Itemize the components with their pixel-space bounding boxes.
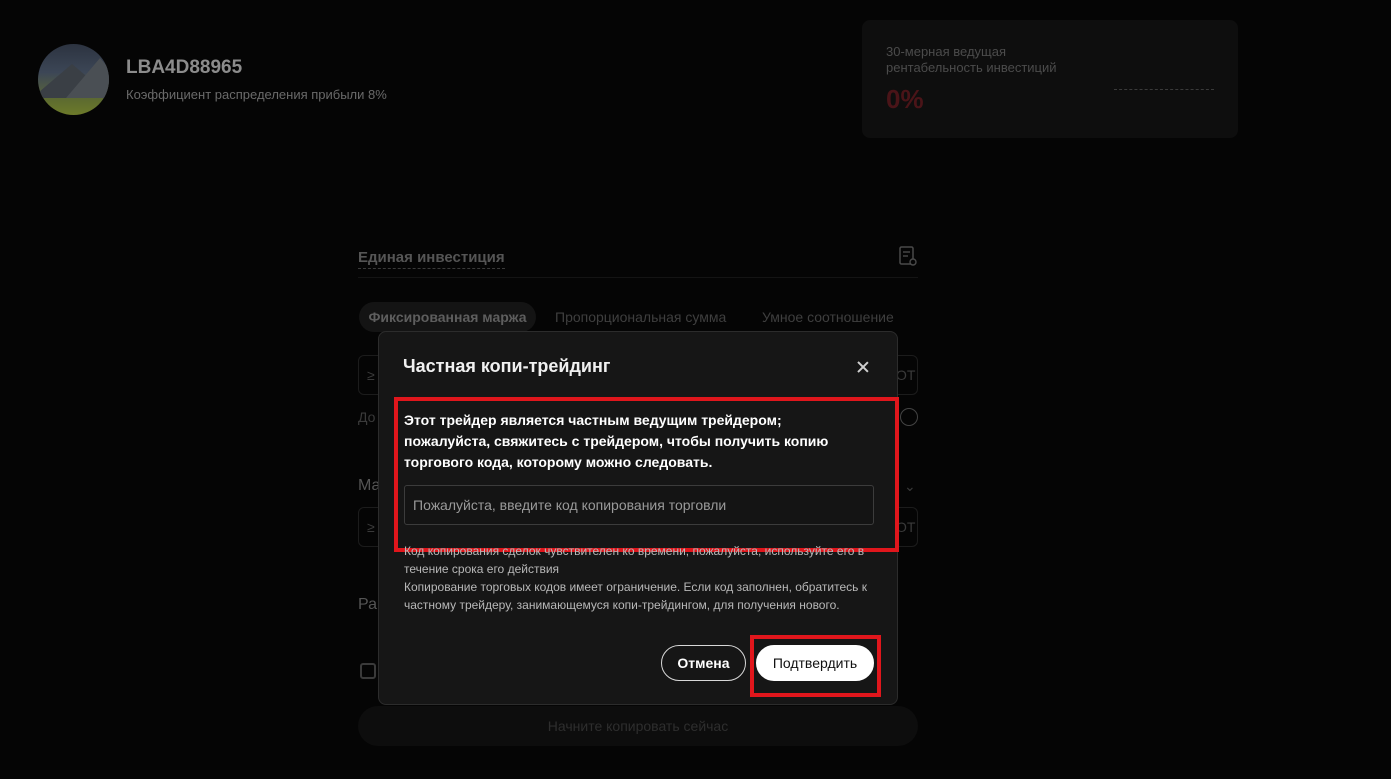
margin-input-prefix: ≥ — [367, 367, 375, 383]
code-validity-hint: Код копирования сделок чувствителен ко в… — [404, 544, 865, 576]
tab-fixed-margin[interactable]: Фиксированная маржа — [359, 302, 536, 332]
profit-share-ratio: Коэффициент распределения прибыли 8% — [126, 87, 387, 102]
cancel-button[interactable]: Отмена — [661, 645, 746, 681]
available-hint: До — [358, 409, 376, 425]
swap-icon[interactable] — [900, 408, 918, 426]
private-copy-trading-modal: Частная копи-трейдинг Этот трейдер являе… — [378, 331, 899, 705]
agreement-checkbox[interactable] — [360, 663, 376, 679]
start-copy-button[interactable]: Начните копировать сейчас — [358, 706, 918, 746]
roi-label: 30-мерная ведущая рентабельность инвести… — [886, 44, 1057, 75]
confirm-highlight-frame — [750, 635, 881, 697]
document-icon[interactable] — [898, 246, 918, 268]
single-investment-title: Единая инвестиция — [358, 249, 505, 269]
margin-input-suffix: ОТ — [896, 367, 916, 383]
chevron-down-icon[interactable]: ⌄ — [904, 478, 916, 495]
roi-card: 30-мерная ведущая рентабельность инвести… — [862, 20, 1238, 138]
tab-proportional-amount[interactable]: Пропорциональная сумма — [555, 302, 726, 332]
advanced-section-title: Ра — [358, 596, 378, 613]
max-input-prefix: ≥ — [367, 519, 375, 535]
tab-smart-ratio[interactable]: Умное соотношение — [762, 302, 894, 332]
trader-avatar — [38, 44, 109, 115]
modal-title: Частная копи-трейдинг — [403, 356, 611, 376]
code-limit-hint: Копирование торговых кодов имеет огранич… — [404, 580, 867, 612]
roi-value: 0% — [886, 84, 924, 114]
close-icon[interactable] — [853, 357, 873, 377]
highlight-frame — [394, 397, 899, 552]
roi-sparkline — [1114, 89, 1214, 90]
section-divider — [358, 277, 918, 278]
trader-name: LBA4D88965 — [126, 57, 243, 78]
